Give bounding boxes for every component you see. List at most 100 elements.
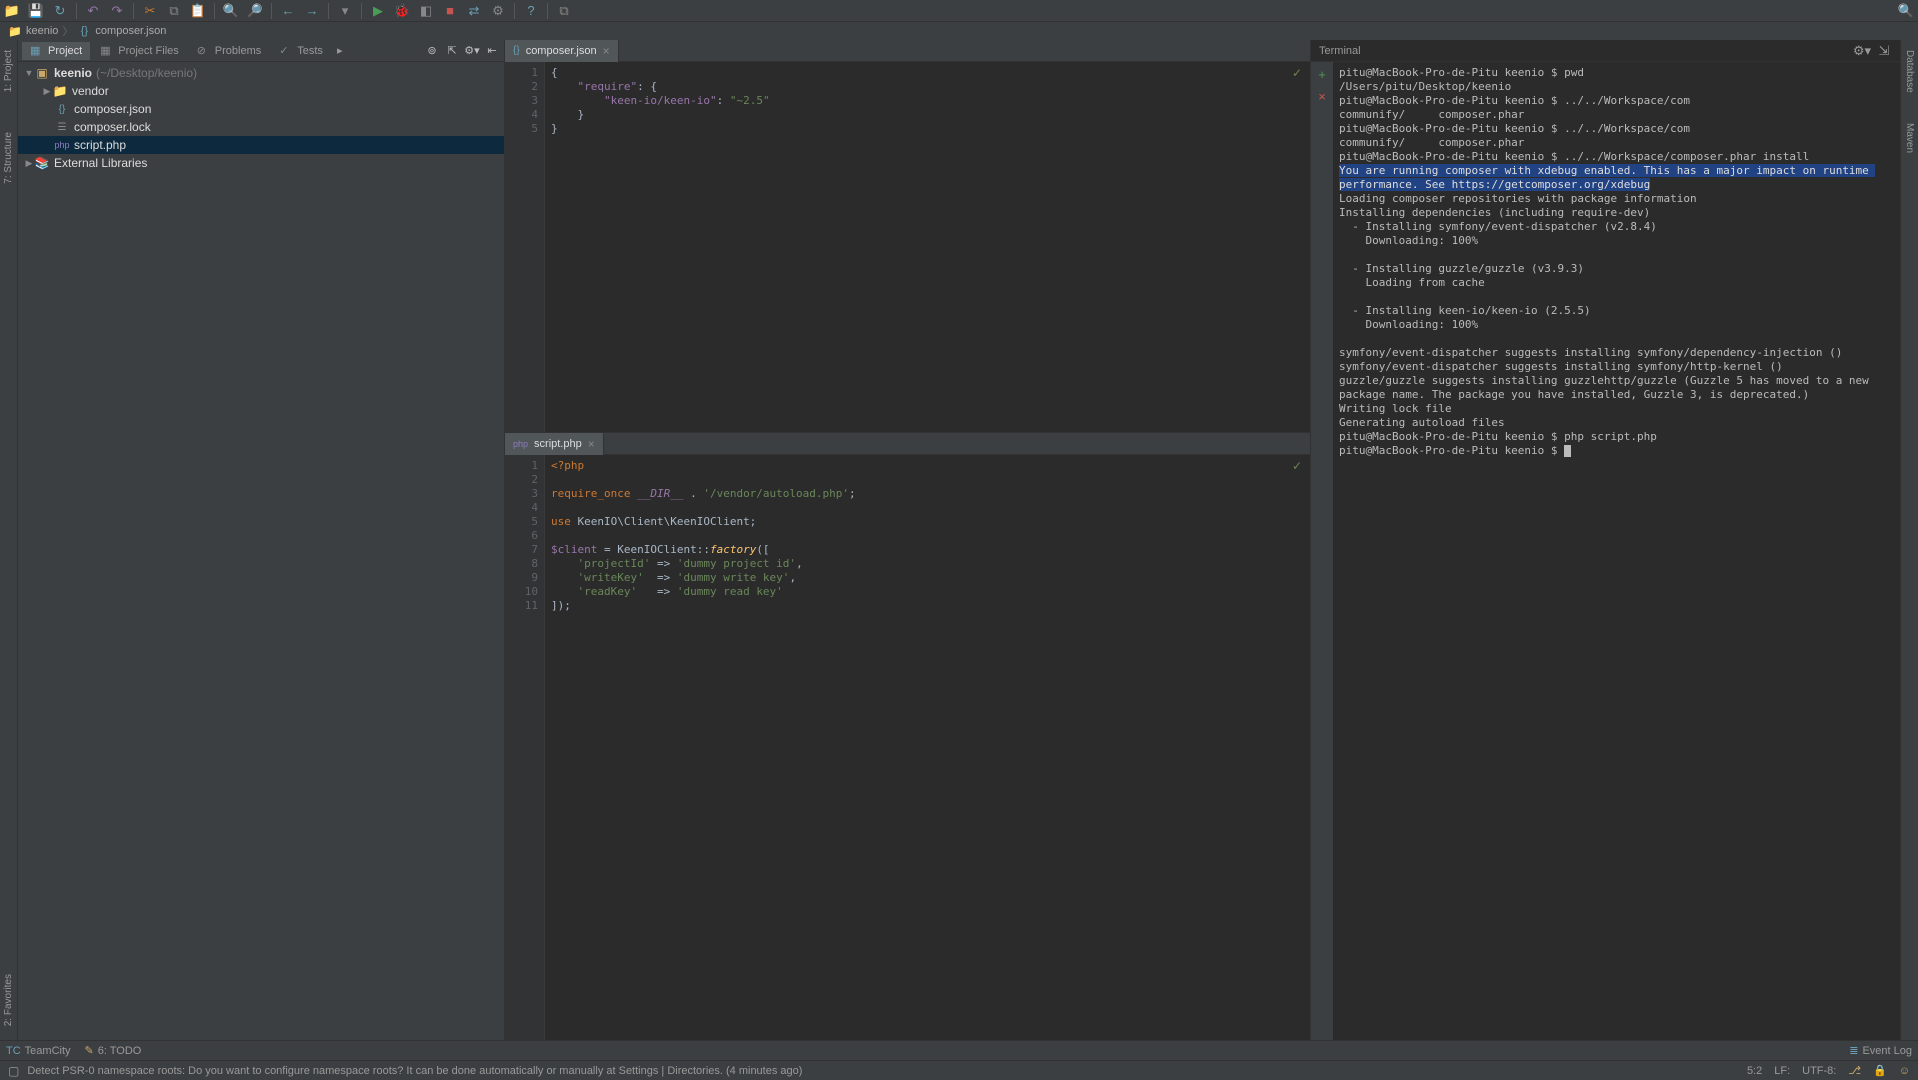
breadcrumb-project-label: keenio (26, 25, 58, 37)
main-toolbar: 📁 💾 ↻ ↶ ↷ ✂ ⧉ 📋 🔍 🔎 ← → ▾ ▶ 🐞 ◧ ■ ⇄ ⚙ ? … (0, 0, 1918, 22)
tree-file-label: composer.json (74, 102, 151, 116)
tab-todo[interactable]: ✎ 6: TODO (85, 1044, 142, 1057)
hide-panel-icon[interactable]: ⇤ (484, 43, 500, 59)
cut-icon[interactable]: ✂ (142, 3, 158, 19)
replace-icon[interactable]: 🔎 (247, 3, 263, 19)
rail-project[interactable]: 1: Project (3, 46, 14, 96)
tree-file-script-php[interactable]: php script.php (18, 136, 504, 154)
tree-file-label: script.php (74, 138, 126, 152)
search-everywhere-icon[interactable]: 🔍 (1898, 3, 1914, 19)
tree-external-label: External Libraries (54, 156, 147, 170)
breadcrumb-project[interactable]: 📁 keenio (8, 24, 58, 38)
debug-icon[interactable]: 🐞 (394, 3, 410, 19)
undo-icon[interactable]: ↶ (85, 3, 101, 19)
editor-tab-script[interactable]: php script.php × (505, 433, 604, 455)
stop-icon[interactable]: ■ (442, 3, 458, 19)
editor-bottom-tabs: php script.php × (505, 433, 1310, 455)
redo-icon[interactable]: ↷ (109, 3, 125, 19)
project-tab-files[interactable]: ▦ Project Files (92, 42, 187, 60)
status-encoding[interactable]: UTF-8: (1802, 1065, 1836, 1077)
json-file-icon: {} (513, 45, 520, 56)
terminal-highlight: You are running composer with xdebug ena… (1339, 164, 1875, 191)
tree-root[interactable]: ▼ ▣ keenio (~/Desktop/keenio) (18, 64, 504, 82)
php-file-icon: php (54, 137, 70, 153)
project-tab-project[interactable]: ▦ Project (22, 42, 90, 60)
bottom-tool-tabs: TC TeamCity ✎ 6: TODO ≣ Event Log (0, 1040, 1918, 1060)
project-tab-problems[interactable]: ⊘ Problems (189, 42, 269, 60)
rail-favorites[interactable]: 2: Favorites (3, 970, 14, 1030)
run-icon[interactable]: ▶ (370, 3, 386, 19)
sync-icon[interactable]: ↻ (52, 3, 68, 19)
close-terminal-icon[interactable]: × (1314, 88, 1330, 104)
tests-icon: ✓ (279, 44, 293, 58)
folder-icon: 📁 (8, 24, 22, 38)
help-icon[interactable]: ? (523, 3, 539, 19)
editor-top-gutter: 1 2 3 4 5 (505, 62, 545, 432)
tree-vendor[interactable]: ▶ 📁 vendor (18, 82, 504, 100)
editor-top-tabs: {} composer.json × (505, 40, 1310, 62)
editor-tab-composer[interactable]: {} composer.json × (505, 40, 619, 62)
project-tab-label: Tests (297, 45, 323, 57)
breadcrumb-file-label: composer.json (95, 25, 166, 37)
tab-event-log[interactable]: ≣ Event Log (1849, 1044, 1912, 1057)
tree-external-libs[interactable]: ▶ 📚 External Libraries (18, 154, 504, 172)
window-icon[interactable]: ⧉ (556, 3, 572, 19)
terminal-hide-icon[interactable]: ⇲ (1876, 43, 1892, 59)
rail-maven[interactable]: Maven (1904, 119, 1915, 157)
status-bar: ▢ Detect PSR-0 namespace roots: Do you w… (0, 1060, 1918, 1080)
editor-bottom: php script.php × 1 2 3 4 5 6 (505, 433, 1310, 1040)
close-icon[interactable]: × (588, 437, 595, 451)
paste-icon[interactable]: 📋 (190, 3, 206, 19)
tab-label: TeamCity (25, 1045, 71, 1057)
vcs-icon[interactable]: ⇄ (466, 3, 482, 19)
tree-root-path: (~/Desktop/keenio) (96, 66, 197, 80)
status-line-ending[interactable]: LF: (1774, 1065, 1790, 1077)
close-icon[interactable]: × (603, 44, 610, 58)
json-file-icon: {} (54, 101, 70, 117)
event-log-icon: ≣ (1849, 1044, 1858, 1057)
status-message: Detect PSR-0 namespace roots: Do you wan… (27, 1065, 802, 1077)
status-menu-icon[interactable]: ▢ (8, 1064, 19, 1078)
editor-top-code[interactable]: { "require": { "keen-io/keen-io": "~2.5"… (545, 62, 1310, 432)
editor-bottom-code[interactable]: <?php require_once __DIR__ . '/vendor/au… (545, 455, 1310, 1040)
right-tool-rail: Database Maven (1900, 40, 1918, 1040)
breadcrumb-file[interactable]: {} composer.json (77, 24, 166, 38)
save-icon[interactable]: 💾 (28, 3, 44, 19)
terminal-settings-icon[interactable]: ⚙▾ (1854, 43, 1870, 59)
status-cursor-pos[interactable]: 5:2 (1747, 1065, 1762, 1077)
find-icon[interactable]: 🔍 (223, 3, 239, 19)
terminal-output[interactable]: pitu@MacBook-Pro-de-Pitu keenio $ pwd /U… (1333, 62, 1900, 1040)
tab-teamcity[interactable]: TC TeamCity (6, 1045, 71, 1057)
coverage-icon[interactable]: ◧ (418, 3, 434, 19)
tab-label: 6: TODO (98, 1045, 142, 1057)
project-tree: ▼ ▣ keenio (~/Desktop/keenio) ▶ 📁 vendor… (18, 62, 504, 1040)
text-file-icon: ☰ (54, 119, 70, 135)
terminal-sidebar: + × (1311, 62, 1333, 1040)
tree-file-label: composer.lock (74, 120, 151, 134)
rail-structure[interactable]: 7: Structure (3, 128, 14, 188)
tree-file-composer-lock[interactable]: ☰ composer.lock (18, 118, 504, 136)
open-icon[interactable]: 📁 (4, 3, 20, 19)
tree-file-composer-json[interactable]: {} composer.json (18, 100, 504, 118)
panel-settings-icon[interactable]: ⚙▾ (464, 43, 480, 59)
forward-icon[interactable]: → (304, 3, 320, 19)
settings-icon[interactable]: ⚙ (490, 3, 506, 19)
php-file-icon: php (513, 439, 528, 449)
editor-area: {} composer.json × 1 2 3 4 5 (505, 40, 1310, 1040)
add-terminal-icon[interactable]: + (1314, 66, 1330, 82)
scroll-from-source-icon[interactable]: ⊚ (424, 43, 440, 59)
rail-database[interactable]: Database (1904, 46, 1915, 97)
status-hector-icon[interactable]: ☺ (1899, 1065, 1910, 1077)
status-lock-icon[interactable]: 🔒 (1873, 1064, 1887, 1077)
tree-vendor-label: vendor (72, 84, 109, 98)
run-config-icon[interactable]: ▾ (337, 3, 353, 19)
status-git-icon[interactable]: ⎇ (1848, 1064, 1861, 1077)
back-icon[interactable]: ← (280, 3, 296, 19)
teamcity-icon: TC (6, 1045, 21, 1057)
project-tab-tests[interactable]: ✓ Tests (271, 42, 331, 60)
copy-icon[interactable]: ⧉ (166, 3, 182, 19)
more-tabs-icon[interactable]: ▸ (333, 42, 347, 59)
terminal-panel: Terminal ⚙▾ ⇲ + × pitu@MacBook-Pro-de-Pi… (1310, 40, 1900, 1040)
chevron-right-icon: ▶ (42, 86, 52, 97)
collapse-all-icon[interactable]: ⇱ (444, 43, 460, 59)
